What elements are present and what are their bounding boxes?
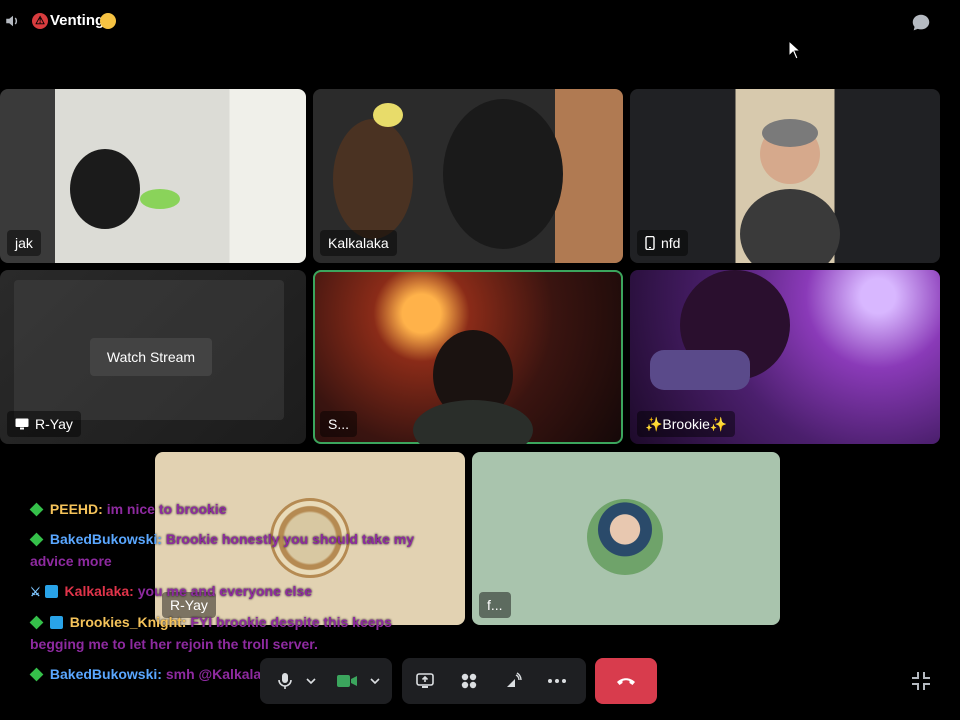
participant-name-nfd: nfd [637, 230, 689, 256]
green-diamond-icon [29, 615, 44, 630]
more-options-button[interactable] [542, 658, 572, 704]
participant-name-jak: jak [7, 230, 41, 256]
microphone-button[interactable] [270, 658, 300, 704]
participant-name-kalkalaka: Kalkalaka [320, 230, 397, 256]
top-bar: ⚠ Venting [0, 0, 960, 44]
chat-username: PEEHD: [49, 501, 103, 517]
chat-username: Brookies_Knight: [69, 614, 187, 630]
participant-name-s: S... [320, 411, 358, 437]
chat-username: Kalkalaka: [64, 583, 134, 599]
chat-bubble-icon[interactable] [910, 12, 932, 34]
green-diamond-icon [29, 502, 44, 517]
chat-username: BakedBukowski: [49, 531, 162, 547]
crying-emoji-icon [100, 13, 116, 29]
screen-share-icon [416, 673, 434, 688]
beanie [762, 119, 818, 147]
sword-icon: ⚔ [30, 585, 41, 599]
audio-video-group [260, 658, 392, 704]
disconnect-button[interactable] [595, 658, 657, 704]
participant-tile-f[interactable]: f... [472, 452, 780, 625]
video-camera-icon [337, 675, 357, 687]
participant-name-f: f... [479, 592, 511, 618]
participant-tile-nfd[interactable]: nfd [630, 89, 940, 263]
chat-username: BakedBukowski: [49, 666, 162, 682]
participant-tile-ryay-stream[interactable]: Watch Stream R-Yay [0, 270, 306, 444]
chat-message: PEEHD: im nice to brookie [29, 498, 450, 520]
chat-text: im nice to brookie [106, 501, 227, 517]
share-screen-button[interactable] [410, 658, 440, 704]
person-body [740, 189, 840, 263]
participant-tile-kalkalaka[interactable]: Kalkalaka [313, 89, 623, 263]
hat-prop [373, 103, 403, 127]
speaker-icon[interactable] [4, 12, 22, 30]
channel-title: Venting [50, 12, 105, 29]
activities-group [402, 658, 586, 704]
screen-share-icon [15, 418, 29, 430]
hang-up-icon [617, 678, 635, 685]
blue-cube-icon [44, 585, 58, 598]
participant-name-brookie: ✨Brookie✨ [637, 411, 736, 437]
chevron-down-icon [306, 678, 316, 684]
mobile-phone-icon [645, 236, 655, 250]
camera-options-button[interactable] [366, 658, 384, 704]
green-hat [140, 189, 180, 209]
person-silhouette [443, 99, 563, 249]
soundboard-button[interactable] [498, 658, 528, 704]
participant-tile-brookie[interactable]: ✨Brookie✨ [630, 270, 940, 444]
participant-tile-s[interactable]: S... [313, 270, 623, 444]
participant-tile-jak[interactable]: jak [0, 89, 306, 263]
chat-text: you me and everyone else [137, 583, 313, 599]
chat-message: ⚔ Kalkalaka: you me and everyone else [30, 580, 450, 603]
chat-message: BakedBukowski: Brookie honestly you shou… [29, 528, 450, 572]
exit-fullscreen-icon[interactable] [910, 670, 932, 692]
chevron-down-icon [370, 678, 380, 684]
activities-button[interactable] [454, 658, 484, 704]
profile-avatar [587, 499, 663, 575]
green-diamond-icon [29, 532, 44, 547]
person-silhouette [70, 149, 140, 229]
watch-stream-button[interactable]: Watch Stream [90, 338, 212, 376]
chat-message: Brookies_Knight: FYI brookie despite thi… [29, 611, 450, 655]
activities-icon [461, 673, 477, 689]
green-diamond-icon [29, 667, 44, 682]
microphone-icon [278, 673, 292, 689]
blue-cube-icon [49, 616, 63, 629]
more-dots-icon [548, 679, 566, 683]
participant-name-ryay: R-Yay [7, 411, 81, 437]
game-controller [650, 350, 750, 390]
soundboard-icon [507, 672, 522, 687]
person-body [413, 400, 533, 444]
person-silhouette [333, 119, 413, 239]
mouse-cursor-icon [788, 40, 802, 60]
camera-button[interactable] [332, 658, 362, 704]
channel-emoji-icon: ⚠ [32, 13, 48, 29]
microphone-options-button[interactable] [302, 658, 320, 704]
